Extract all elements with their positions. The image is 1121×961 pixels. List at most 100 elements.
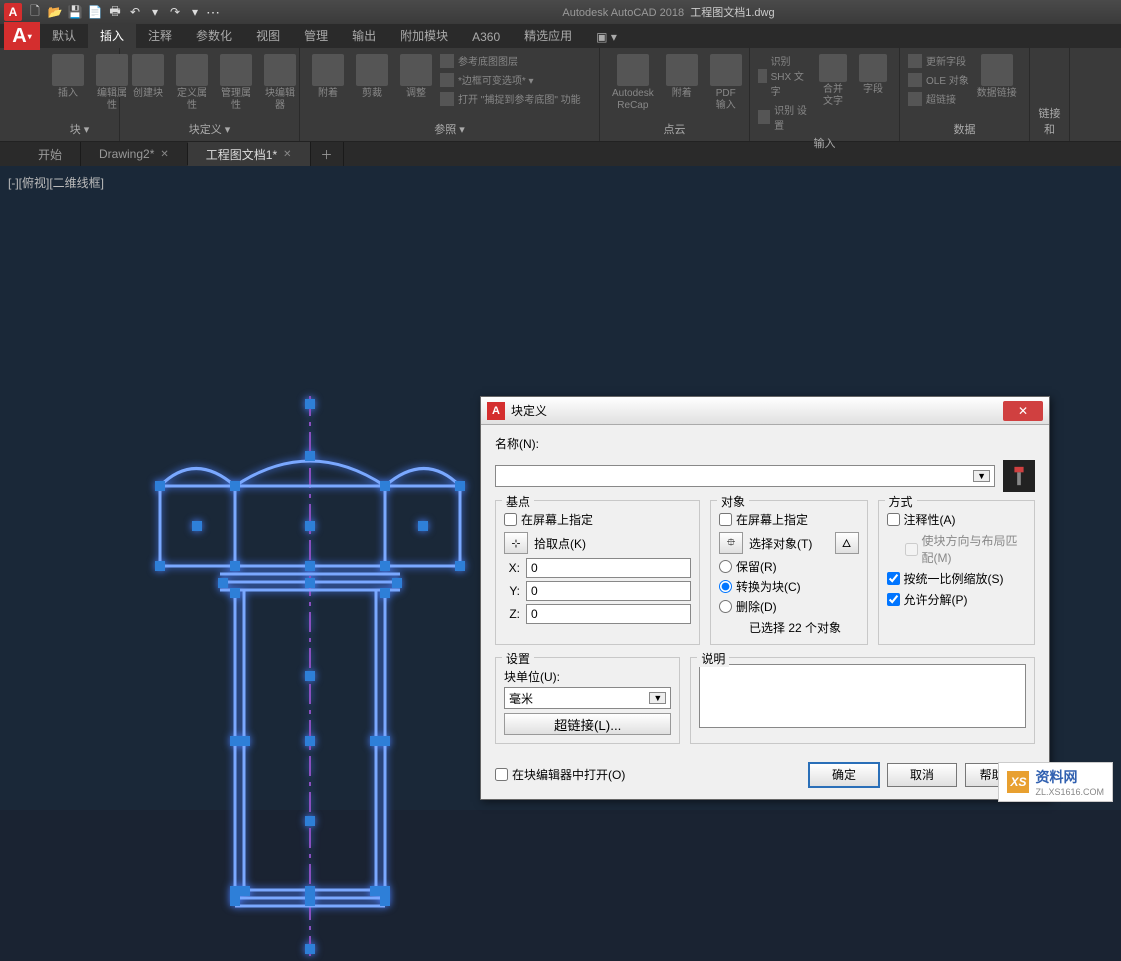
title-text: Autodesk AutoCAD 2018 工程图文档1.dwg <box>220 4 1117 20</box>
ribbon-panel-data: 更新字段 OLE 对象 超链接 数据链接 数据 <box>900 48 1030 141</box>
hyperlink-button[interactable]: 超链接(L)... <box>504 713 671 735</box>
description-textarea[interactable] <box>699 664 1026 728</box>
basepoint-onscreen-checkbox[interactable] <box>504 513 517 526</box>
ribbon-manage-attr-button[interactable]: 管理属性 <box>216 52 256 114</box>
uniform-label: 按统一比例缩放(S) <box>904 570 1004 587</box>
dialog-close-button[interactable]: ✕ <box>1003 401 1043 421</box>
tab-output[interactable]: 输出 <box>340 23 388 48</box>
ribbon-datalink-button[interactable]: 数据链接 <box>973 52 1021 102</box>
quick-select-button[interactable]: 🜂 <box>835 532 859 554</box>
qat-plot-icon[interactable]: 🖶 <box>106 3 124 21</box>
ribbon-recap-button[interactable]: Autodesk ReCap <box>608 52 658 114</box>
ribbon-underlay-layers[interactable]: 参考底图图层 <box>440 52 581 69</box>
qat-open-icon[interactable]: 📂 <box>46 3 64 21</box>
qat-redo-icon[interactable]: ↷ <box>166 3 184 21</box>
tab-a360[interactable]: A360 <box>460 26 512 48</box>
pick-point-label: 拾取点(K) <box>534 535 586 552</box>
ribbon-panel-reference-label: 参照 ▾ <box>308 119 591 139</box>
annotative-checkbox[interactable] <box>887 513 900 526</box>
match-orient-checkbox <box>905 543 918 556</box>
objects-onscreen-label: 在屏幕上指定 <box>736 511 808 528</box>
convert-radio[interactable] <box>719 580 732 593</box>
doctab-engineering1[interactable]: 工程图文档1*✕ <box>188 142 311 167</box>
ribbon-frames-vary[interactable]: *边框可变选项* ▾ <box>440 71 581 88</box>
doctab-start[interactable]: 开始 <box>20 142 81 167</box>
ribbon-panel-reference: 附着 剪裁 调整 参考底图图层 *边框可变选项* ▾ 打开 "捕捉到参考底图" … <box>300 48 600 141</box>
convert-label: 转换为块(C) <box>736 578 801 595</box>
group-objects-title: 对象 <box>717 493 749 510</box>
ribbon-recog-shx[interactable]: 识别 SHX 文字 <box>758 52 811 99</box>
tab-annotate[interactable]: 注释 <box>136 23 184 48</box>
ribbon-panel-block: 插入 编辑属性 块 ▾ <box>40 48 120 141</box>
ribbon-field-button[interactable]: 字段 <box>855 52 891 98</box>
ribbon-hyperlink[interactable]: 超链接 <box>908 90 969 107</box>
retain-label: 保留(R) <box>736 558 777 575</box>
block-name-combo[interactable]: ▼ <box>495 465 995 487</box>
ribbon-block-editor-button[interactable]: 块编辑器 <box>260 52 300 114</box>
qat-redo-drop-icon[interactable]: ▾ <box>186 3 204 21</box>
ribbon-pc-attach-button[interactable]: 附着 <box>662 52 702 102</box>
ribbon-ole-object[interactable]: OLE 对象 <box>908 71 969 88</box>
ok-button[interactable]: 确定 <box>809 763 879 787</box>
group-settings-title: 设置 <box>502 650 534 667</box>
y-input[interactable] <box>526 581 691 601</box>
ribbon-snap-underlay[interactable]: 打开 "捕捉到参考底图" 功能 <box>440 90 581 107</box>
tab-manage[interactable]: 管理 <box>292 23 340 48</box>
retain-radio[interactable] <box>719 560 732 573</box>
ribbon-tabs: 默认 插入 注释 参数化 视图 管理 输出 附加模块 A360 精选应用 ▣ ▾ <box>0 24 1121 48</box>
block-unit-select[interactable]: 毫米 ▼ <box>504 687 671 709</box>
tab-insert[interactable]: 插入 <box>88 23 136 48</box>
ribbon-update-field[interactable]: 更新字段 <box>908 52 969 69</box>
group-behavior-title: 方式 <box>885 493 917 510</box>
drawing-canvas[interactable]: [-][俯视][二维线框] <box>0 166 1121 810</box>
group-description: 说明 <box>690 657 1035 744</box>
select-objects-button[interactable]: ⯐ <box>719 532 743 554</box>
qat-save-icon[interactable]: 💾 <box>66 3 84 21</box>
ribbon-pdf-import-button[interactable]: PDF 输入 <box>706 52 746 114</box>
group-basepoint-title: 基点 <box>502 493 534 510</box>
ribbon-insert-block-button[interactable]: 插入 <box>48 52 88 102</box>
qat-undo-drop-icon[interactable]: ▾ <box>146 3 164 21</box>
tab-view[interactable]: 视图 <box>244 23 292 48</box>
selected-bolt-drawing[interactable] <box>140 396 480 961</box>
close-icon[interactable]: ✕ <box>160 149 168 160</box>
ribbon-attach-button[interactable]: 附着 <box>308 52 348 102</box>
allow-explode-checkbox[interactable] <box>887 593 900 606</box>
match-orient-label: 使块方向与布局匹配(M) <box>922 532 1027 566</box>
qat-new-icon[interactable]: 🗋 <box>26 3 44 21</box>
qat-overflow-icon[interactable]: ⋯ <box>206 3 220 21</box>
qat-undo-icon[interactable]: ↶ <box>126 3 144 21</box>
ribbon-create-block-button[interactable]: 创建块 <box>128 52 168 102</box>
doctab-drawing2[interactable]: Drawing2*✕ <box>81 143 188 165</box>
tab-featured[interactable]: 精选应用 <box>512 23 584 48</box>
pick-point-button[interactable]: ⊹ <box>504 532 528 554</box>
tab-addins[interactable]: 附加模块 <box>388 23 460 48</box>
ribbon-panel-import: 识别 SHX 文字 识别 设置 合并文字 字段 输入 <box>750 48 900 141</box>
chevron-down-icon[interactable]: ▼ <box>649 692 666 704</box>
ribbon-def-attr-button[interactable]: 定义属性 <box>172 52 212 114</box>
uniform-scale-checkbox[interactable] <box>887 572 900 585</box>
open-in-editor-checkbox[interactable] <box>495 768 508 781</box>
z-input[interactable] <box>526 604 691 624</box>
tab-extra-icon[interactable]: ▣ ▾ <box>584 26 629 48</box>
block-preview-icon <box>1003 460 1035 492</box>
tab-parametric[interactable]: 参数化 <box>184 23 244 48</box>
qat-saveas-icon[interactable]: 📄 <box>86 3 104 21</box>
tab-default[interactable]: 默认 <box>40 23 88 48</box>
viewport-label[interactable]: [-][俯视][二维线框] <box>8 174 104 191</box>
doctab-add[interactable]: ＋ <box>311 142 344 167</box>
dialog-title: 块定义 <box>511 402 1003 419</box>
app-menu-button[interactable]: A▾ <box>4 22 40 50</box>
objects-onscreen-checkbox[interactable] <box>719 513 732 526</box>
ribbon-adjust-button[interactable]: 调整 <box>396 52 436 102</box>
delete-radio[interactable] <box>719 600 732 613</box>
x-input[interactable] <box>526 558 691 578</box>
group-description-title: 说明 <box>697 650 729 667</box>
ribbon-clip-button[interactable]: 剪裁 <box>352 52 392 102</box>
dialog-titlebar[interactable]: A 块定义 ✕ <box>481 397 1049 425</box>
close-icon[interactable]: ✕ <box>283 149 291 160</box>
cancel-button[interactable]: 取消 <box>887 763 957 787</box>
ribbon-recog-settings[interactable]: 识别 设置 <box>758 101 811 133</box>
chevron-down-icon[interactable]: ▼ <box>973 470 990 482</box>
ribbon-combine-text-button[interactable]: 合并文字 <box>815 52 851 110</box>
